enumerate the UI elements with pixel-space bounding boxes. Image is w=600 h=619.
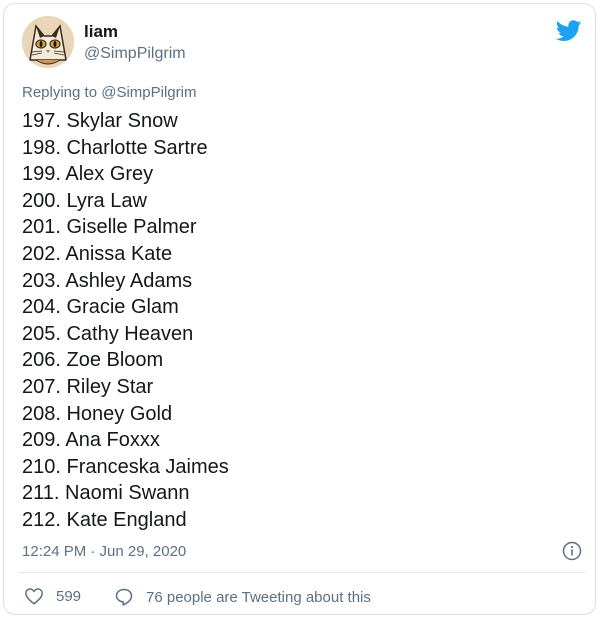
list-item: 207. Riley Star: [22, 375, 154, 398]
list-item: 199. Alex Grey: [22, 163, 154, 186]
avatar[interactable]: [22, 16, 74, 68]
list-item: 212. Kate England: [22, 508, 187, 531]
list-item: 205. Cathy Heaven: [22, 322, 194, 345]
twitter-bird-icon[interactable]: [556, 20, 582, 42]
divider: [18, 572, 585, 573]
list-item: 197. Skylar Snow: [22, 110, 178, 132]
list-item: 198. Charlotte Sartre: [22, 136, 208, 159]
heart-icon: [25, 588, 43, 605]
author-name[interactable]: liam: [84, 22, 118, 42]
tweet-card: liam @SimpPilgrim Replying to @SimpPilgr…: [3, 3, 596, 615]
like-button[interactable]: 599: [24, 587, 81, 605]
list-item: 204. Gracie Glam: [22, 296, 179, 319]
conversation-text: 76 people are Tweeting about this: [146, 588, 371, 606]
replying-mention[interactable]: @SimpPilgrim: [101, 84, 196, 101]
list-item: 208. Honey Gold: [22, 402, 173, 425]
tweet-text: 197. Skylar Snow 198. Charlotte Sartre 1…: [22, 108, 229, 534]
list-item: 201. Giselle Palmer: [22, 216, 197, 239]
list-item: 203. Ashley Adams: [22, 269, 193, 292]
list-item: 210. Franceska Jaimes: [22, 455, 229, 478]
list-item: 202. Anissa Kate: [22, 242, 173, 265]
list-item: 206. Zoe Bloom: [22, 349, 164, 372]
list-item: 200. Lyra Law: [22, 189, 147, 212]
conversation-link[interactable]: 76 people are Tweeting about this: [114, 587, 371, 607]
replying-prefix: Replying to: [22, 84, 98, 101]
cat-avatar-image: [22, 16, 74, 68]
list-item: 211. Naomi Swann: [22, 482, 190, 505]
tweet-timestamp[interactable]: 12:24 PM · Jun 29, 2020: [22, 543, 186, 560]
speech-bubble-icon: [115, 588, 133, 606]
like-count: 599: [56, 587, 82, 605]
replying-to: Replying to @SimpPilgrim: [22, 84, 196, 101]
info-icon[interactable]: [562, 541, 582, 561]
author-handle[interactable]: @SimpPilgrim: [84, 45, 186, 63]
list-item: 209. Ana Foxxx: [22, 429, 160, 452]
